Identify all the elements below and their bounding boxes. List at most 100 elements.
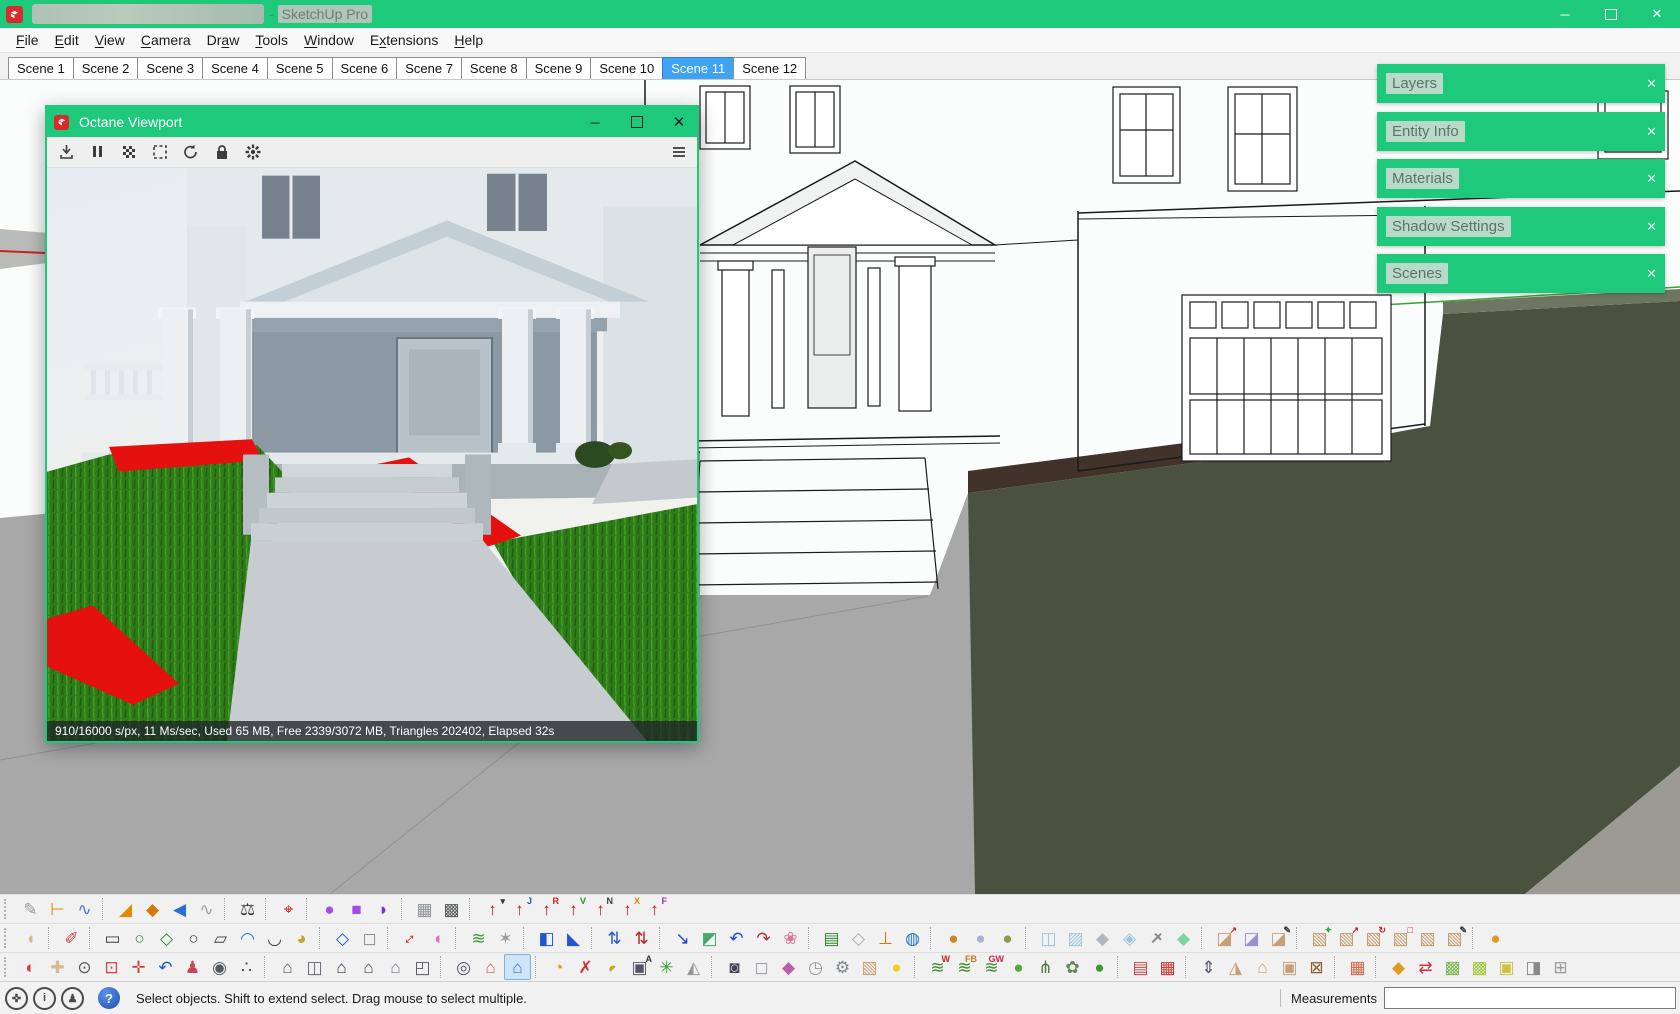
menu-tools[interactable]: Tools xyxy=(247,32,296,48)
titlebar[interactable]: - SketchUp Pro ─ ✕ xyxy=(0,0,1680,28)
toolbar-grip[interactable] xyxy=(4,928,14,948)
toolbar-grip[interactable] xyxy=(4,957,14,977)
curve-flow-icon[interactable]: ∿ xyxy=(71,896,98,922)
sphere-orange-icon[interactable]: ● xyxy=(940,925,967,951)
gray-ribbon-icon[interactable]: ∿ xyxy=(193,896,220,922)
grass-fb-icon[interactable]: ≋ FB xyxy=(951,954,978,980)
map-icon[interactable]: ▤ xyxy=(818,925,845,951)
view-left-icon[interactable]: ◰ xyxy=(409,954,436,980)
tab-scene-11[interactable]: Scene 11 xyxy=(662,57,735,79)
view-iso-icon[interactable]: ⌂ xyxy=(274,954,301,980)
octane-viewport-window[interactable]: Octane Viewport ─ ✕ 910/16000 s/px, 11 M… xyxy=(45,105,699,743)
tan-pen-icon[interactable]: ▧ ✎ xyxy=(1441,925,1468,951)
panel-close-icon[interactable]: ✕ xyxy=(1646,64,1657,103)
yellow-patch-icon[interactable]: ▣ xyxy=(1493,954,1520,980)
frost-cube-icon[interactable]: ▨ xyxy=(1062,925,1089,951)
menu-extensions[interactable]: Extensions xyxy=(362,32,447,48)
tan-box-icon[interactable]: ▧ □ xyxy=(1387,925,1414,951)
tree-icon[interactable]: ● xyxy=(1005,954,1032,980)
sphere-box-icon[interactable]: ◙ xyxy=(721,954,748,980)
view-right-icon[interactable]: ⌂ xyxy=(355,954,382,980)
tab-scene-8[interactable]: Scene 8 xyxy=(460,57,527,79)
lock-camera-icon[interactable] xyxy=(213,143,231,161)
green-gem-icon[interactable]: ◆ xyxy=(1170,925,1197,951)
tan-updown-icon[interactable]: ⇕ xyxy=(1195,954,1222,980)
restart-render-icon[interactable] xyxy=(182,143,200,161)
coil-icon[interactable]: ≋ xyxy=(465,925,492,951)
text-tool-icon[interactable]: ▣ A xyxy=(626,954,653,980)
tan-arrow-icon[interactable]: ▧ ↗ xyxy=(1333,925,1360,951)
panel-shadow-settings[interactable]: Shadow Settings ✕ xyxy=(1377,207,1665,246)
two-point-arc-icon[interactable]: ◡ xyxy=(261,925,288,951)
walk-icon[interactable]: ∴ xyxy=(233,954,260,980)
uv-blue-icon[interactable]: ◪ xyxy=(1238,925,1265,951)
tab-scene-5[interactable]: Scene 5 xyxy=(266,57,333,79)
export-r-icon[interactable]: ↑ R xyxy=(533,896,560,922)
tan-bag-icon[interactable]: ⌂ xyxy=(1249,954,1276,980)
zoom-previous-icon[interactable]: ↶ xyxy=(152,954,179,980)
rotated-rect-icon[interactable]: ▱ xyxy=(207,925,234,951)
tan-x-icon[interactable]: ⊠ xyxy=(1303,954,1330,980)
red-grid-icon[interactable]: ▦ xyxy=(1154,954,1181,980)
panel-entity-info[interactable]: Entity Info ✕ xyxy=(1377,112,1665,151)
polygon-tool-icon[interactable]: ◇ xyxy=(153,925,180,951)
bent-arrow-icon[interactable]: ↘ xyxy=(669,925,696,951)
gray-half-icon[interactable]: ◨ xyxy=(1520,954,1547,980)
sandbox-icon[interactable]: ◖ xyxy=(17,925,44,951)
tab-scene-6[interactable]: Scene 6 xyxy=(331,57,398,79)
lasso-icon[interactable]: ◇ xyxy=(329,925,356,951)
freehand-pen-icon[interactable]: ✐ xyxy=(58,925,85,951)
tab-scene-2[interactable]: Scene 2 xyxy=(72,57,139,79)
color-shield-icon[interactable]: ◆ xyxy=(775,954,802,980)
undo-blue-icon[interactable]: ↶ xyxy=(723,925,750,951)
kernel-settings-icon[interactable] xyxy=(244,143,262,161)
menu-camera[interactable]: Camera xyxy=(133,32,199,48)
zoom-icon[interactable]: ⊙ xyxy=(71,954,98,980)
redo-red-icon[interactable]: ↷ xyxy=(750,925,777,951)
ellipse-tool-icon[interactable]: ○ xyxy=(180,925,207,951)
leaf-icon[interactable]: ✿ xyxy=(1059,954,1086,980)
spacing-tool-icon[interactable]: ⊢ xyxy=(44,896,71,922)
octane-maximize-button[interactable] xyxy=(629,114,645,130)
look-around-icon[interactable]: ◉ xyxy=(206,954,233,980)
rectangle-tool-icon[interactable]: ▭ xyxy=(99,925,126,951)
spike-icon[interactable]: ✶ xyxy=(492,925,519,951)
panel-layers[interactable]: Layers ✕ xyxy=(1377,64,1665,103)
sword-icon[interactable]: ✝ xyxy=(1143,925,1170,951)
balance-scale-icon[interactable]: ⚖ xyxy=(234,896,261,922)
pan-icon[interactable]: ✚ xyxy=(44,954,71,980)
red-swap-icon[interactable]: ⇄ xyxy=(1412,954,1439,980)
panel-close-icon[interactable]: ✕ xyxy=(1646,112,1657,151)
cone-sphere-icon[interactable]: ◆ xyxy=(139,896,166,922)
tab-scene-7[interactable]: Scene 7 xyxy=(396,57,462,79)
panel-scenes[interactable]: Scenes ✕ xyxy=(1377,254,1665,293)
sculpt-pencil-icon[interactable]: ✎ xyxy=(17,896,44,922)
orbit-icon[interactable]: ◐ xyxy=(17,954,44,980)
view-top-icon[interactable]: ◫ xyxy=(301,954,328,980)
paint-box-icon[interactable]: ▧ xyxy=(856,954,883,980)
vertex-edit-icon[interactable]: ⌖ xyxy=(275,896,302,922)
export-arrow-icon[interactable]: ↑ ▾ xyxy=(479,896,506,922)
red-book-icon[interactable]: ▤ xyxy=(1127,954,1154,980)
menu-edit[interactable]: Edit xyxy=(47,32,87,48)
region-render-icon[interactable] xyxy=(151,143,169,161)
green-patch-icon[interactable]: ▩ xyxy=(1439,954,1466,980)
uv-brush-icon[interactable]: ◪ ✎ xyxy=(1265,925,1292,951)
grid-dark-icon[interactable]: ▩ xyxy=(438,896,465,922)
minimize-button[interactable]: ─ xyxy=(1542,0,1588,28)
grid-light-icon[interactable]: ▦ xyxy=(411,896,438,922)
tan-pyramid-icon[interactable]: ◮ xyxy=(1222,954,1249,980)
tab-scene-4[interactable]: Scene 4 xyxy=(202,57,268,79)
paint-square-icon[interactable]: ◧ xyxy=(533,925,560,951)
dither-icon[interactable] xyxy=(120,143,138,161)
octane-render-view[interactable]: 910/16000 s/px, 11 Ms/sec, Used 65 MB, F… xyxy=(47,168,697,741)
green-patch2-icon[interactable]: ▩ xyxy=(1466,954,1493,980)
tab-scene-10[interactable]: Scene 10 xyxy=(590,57,664,79)
compass-icon[interactable]: ◎ xyxy=(450,954,477,980)
orange-ball-icon[interactable]: ● xyxy=(1482,925,1509,951)
zoom-extents-icon[interactable]: ✛ xyxy=(125,954,152,980)
save-render-icon[interactable] xyxy=(58,143,76,161)
measurements-input[interactable] xyxy=(1384,987,1676,1009)
window-grid-icon[interactable]: ⊞ xyxy=(1547,954,1574,980)
chisel-tool-icon[interactable]: ◢ xyxy=(112,896,139,922)
